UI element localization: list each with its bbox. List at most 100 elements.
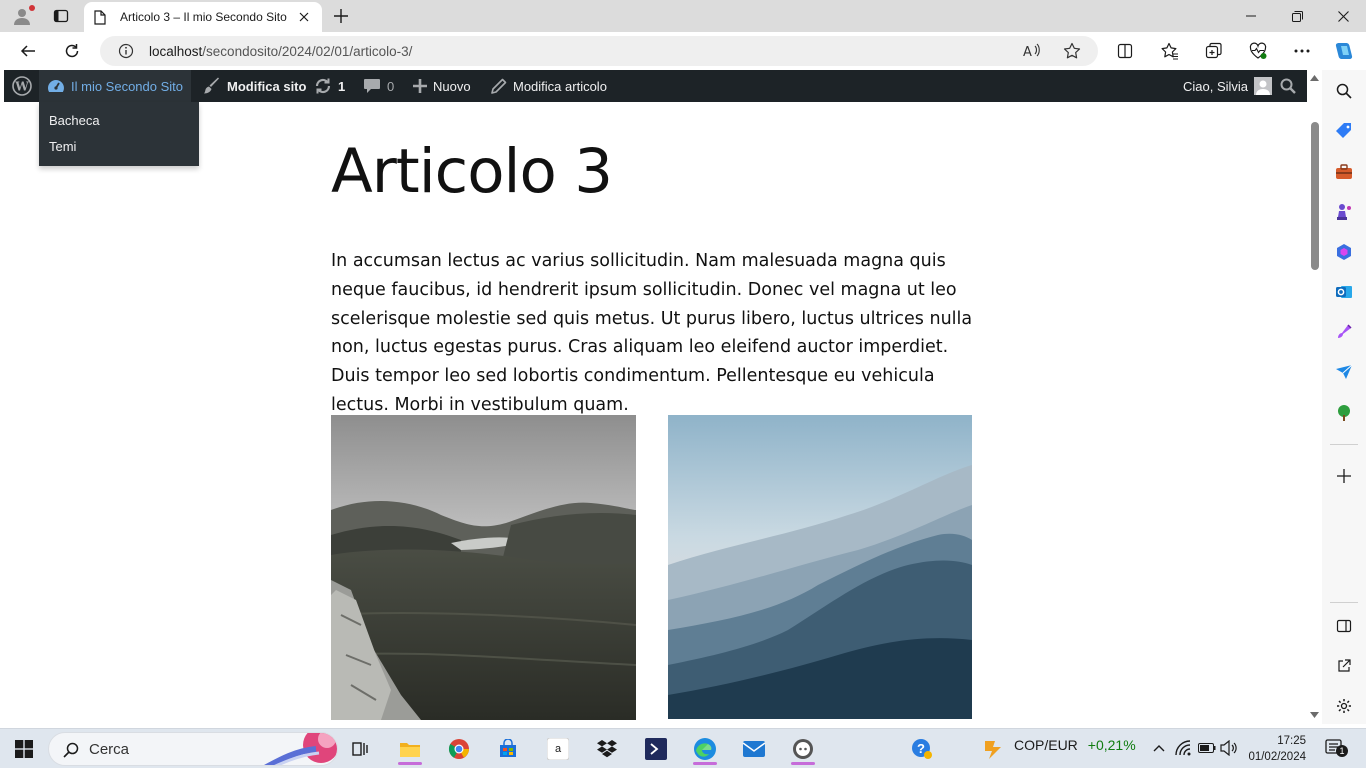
mail-button[interactable] <box>738 733 770 765</box>
read-aloud-icon: A <box>1023 43 1040 59</box>
admin-search-button[interactable] <box>1280 70 1296 102</box>
site-name-menu[interactable]: Il mio Secondo Sito <box>39 70 192 102</box>
svg-text:W: W <box>14 80 29 94</box>
svg-text:A: A <box>1023 45 1032 59</box>
sidebar-settings-button[interactable] <box>1332 694 1356 718</box>
star-icon <box>1063 42 1081 59</box>
comments-link[interactable]: 0 <box>363 70 394 102</box>
network-icon[interactable] <box>1174 739 1192 757</box>
sidebar-designer-button[interactable] <box>1332 320 1356 344</box>
scroll-up-arrow-icon[interactable] <box>1309 73 1320 83</box>
updates-count: 1 <box>338 78 346 94</box>
plus-icon <box>1337 469 1351 483</box>
tab-actions-button[interactable] <box>48 4 74 28</box>
close-window-button[interactable] <box>1320 0 1366 32</box>
clock-date: 01/02/2024 <box>1248 751 1306 763</box>
reload-icon <box>65 44 79 58</box>
scroll-down-arrow-icon[interactable] <box>1309 710 1320 720</box>
copilot-button[interactable] <box>1330 37 1358 65</box>
sidebar-open-external-button[interactable] <box>1332 654 1356 678</box>
taskbar-search-box[interactable]: Cerca <box>48 732 338 766</box>
amazon-button[interactable]: a <box>542 733 574 765</box>
powershell-button[interactable] <box>640 733 672 765</box>
outlook-icon <box>1336 286 1352 298</box>
browser-essentials-button[interactable] <box>1244 37 1272 65</box>
restore-button[interactable] <box>1274 0 1320 32</box>
chrome-icon <box>448 739 469 759</box>
dashboard-icon <box>47 78 65 94</box>
read-aloud-button[interactable]: A <box>1022 41 1042 61</box>
search-highlight-art-icon <box>264 733 337 765</box>
back-button[interactable] <box>14 37 42 65</box>
browser-tab-active[interactable]: Articolo 3 – Il mio Secondo Sito <box>84 2 322 32</box>
microsoft365-icon <box>1337 244 1351 260</box>
page-scrollbar[interactable] <box>1307 70 1322 724</box>
chrome-button[interactable] <box>443 733 475 765</box>
volume-icon[interactable] <box>1220 739 1238 757</box>
file-explorer-button[interactable] <box>394 733 426 765</box>
wp-admin-bar: W Il mio Secondo Sito Modifica sito 1 0 <box>4 70 1307 102</box>
search-icon <box>1336 83 1352 99</box>
edge-button[interactable] <box>689 733 721 765</box>
sidebar-microsoft365-button[interactable] <box>1332 240 1356 264</box>
sidebar-hide-button[interactable] <box>1332 614 1356 638</box>
info-icon[interactable] <box>118 43 134 59</box>
chess-piece-icon <box>1337 204 1351 220</box>
favorites-icon <box>1161 42 1178 60</box>
brush-icon <box>203 77 221 95</box>
copilot-icon <box>1335 43 1353 59</box>
settings-more-button[interactable] <box>1288 37 1316 65</box>
add-favorite-button[interactable] <box>1062 41 1082 61</box>
new-tab-button[interactable] <box>330 5 352 27</box>
running-indicator <box>398 762 422 765</box>
sidebar-send-button[interactable] <box>1332 360 1356 384</box>
collections-button[interactable] <box>1200 37 1228 65</box>
dropbox-button[interactable] <box>591 733 623 765</box>
split-screen-button[interactable] <box>1111 37 1139 65</box>
updates-link[interactable]: 1 <box>314 70 345 102</box>
my-account-menu[interactable]: Ciao, Silvia <box>1183 70 1273 102</box>
gallery-image-mountain-valley[interactable] <box>331 415 636 720</box>
sidebar-search-button[interactable] <box>1332 79 1356 103</box>
reload-button[interactable] <box>58 37 86 65</box>
microsoft-store-button[interactable] <box>492 733 524 765</box>
sidebar-shopping-button[interactable] <box>1332 119 1356 143</box>
help-button[interactable]: ? <box>906 733 938 765</box>
show-hidden-icons-button[interactable] <box>1150 739 1168 757</box>
submenu-item-bacheca[interactable]: Bacheca <box>39 108 199 134</box>
windows-taskbar: Cerca a ? COP/EUR +0,21% 17:25 01/02/202… <box>0 728 1366 768</box>
weather-widget-icon[interactable] <box>978 733 1010 765</box>
heartbeat-icon <box>1249 42 1267 59</box>
start-button[interactable] <box>8 733 40 765</box>
scroll-thumb[interactable] <box>1311 122 1319 270</box>
sidebar-tools-button[interactable] <box>1332 160 1356 184</box>
url-text[interactable]: localhost/secondosito/2024/02/01/articol… <box>149 44 412 59</box>
folder-icon <box>400 743 420 757</box>
sidebar-tree-button[interactable] <box>1332 401 1356 425</box>
system-clock[interactable]: 17:25 01/02/2024 <box>1242 733 1306 765</box>
store-icon <box>500 739 516 757</box>
favorites-button[interactable] <box>1156 37 1184 65</box>
task-view-icon <box>352 742 368 756</box>
new-content-menu[interactable]: Nuovo <box>413 70 471 102</box>
battery-icon[interactable] <box>1198 739 1216 757</box>
minimize-icon <box>1246 15 1256 17</box>
address-bar[interactable]: localhost/secondosito/2024/02/01/articol… <box>100 36 1098 66</box>
tab-close-icon[interactable] <box>296 9 312 25</box>
finance-ticker[interactable]: COP/EUR +0,21% <box>1014 737 1136 753</box>
wp-logo-menu[interactable]: W <box>4 70 39 102</box>
edge-icon <box>694 738 716 760</box>
task-view-button[interactable] <box>344 733 376 765</box>
gallery-image-misty-mountains[interactable] <box>668 415 972 719</box>
edit-post-link[interactable]: Modifica articolo <box>491 70 607 102</box>
sidebar-outlook-button[interactable] <box>1332 280 1356 304</box>
sidebar-divider <box>1330 444 1358 445</box>
edit-site-link[interactable]: Modifica sito <box>199 70 310 102</box>
sidebar-games-button[interactable] <box>1332 200 1356 224</box>
submenu-item-temi[interactable]: Temi <box>39 134 199 160</box>
url-host: localhost <box>149 44 203 59</box>
notification-center-button[interactable]: 1 <box>1324 739 1348 757</box>
minimize-button[interactable] <box>1228 0 1274 32</box>
sidebar-add-button[interactable] <box>1332 464 1356 488</box>
github-desktop-button[interactable] <box>787 733 819 765</box>
